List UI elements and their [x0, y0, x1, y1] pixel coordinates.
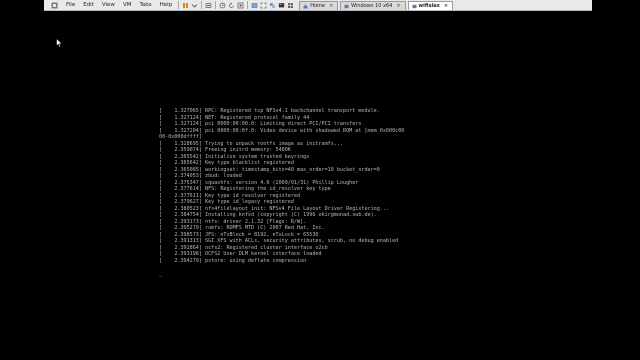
thumbnail-button[interactable] — [287, 2, 294, 9]
menu-tabs[interactable]: Tabs — [135, 0, 155, 10]
vmware-toolbar: File Edit View VM Tabs Help Home × Windo… — [44, 0, 592, 11]
fit-guest-button[interactable] — [251, 2, 258, 9]
menu-view[interactable]: View — [98, 0, 119, 10]
tab-home[interactable]: Home × — [299, 1, 339, 10]
send-ctrl-alt-del-button[interactable] — [205, 2, 212, 9]
menu-edit[interactable]: Edit — [79, 0, 98, 10]
close-icon[interactable]: × — [396, 2, 400, 10]
pause-dropdown-button[interactable] — [191, 2, 198, 9]
boot-log: [ 1.327065] RPC: Registered tcp NFSv4.1 … — [159, 108, 404, 277]
snapshot-manager-icon — [237, 2, 244, 8]
chevron-down-icon — [191, 3, 198, 8]
menu-help[interactable]: Help — [156, 0, 177, 10]
vm-console-screen[interactable]: [ 1.327065] RPC: Registered tcp NFSv4.1 … — [0, 11, 640, 360]
send-ctrl-alt-del-icon — [205, 2, 212, 8]
revert-snapshot-button[interactable] — [228, 2, 235, 9]
toolbar-separator — [178, 1, 180, 9]
vm-icon — [412, 4, 417, 8]
unity-button[interactable] — [269, 2, 276, 9]
console-line: [ 1.327065] RPC: Registered tcp NFSv4.1 … — [159, 108, 380, 114]
console-line: _ — [159, 270, 163, 277]
tab-label: Windows 10 x64 — [351, 3, 393, 9]
snapshot-icon — [219, 2, 226, 8]
tab-label: Home — [310, 3, 325, 9]
fullscreen-button[interactable] — [260, 2, 267, 9]
close-icon[interactable]: × — [444, 2, 448, 10]
revert-snapshot-icon — [229, 2, 235, 8]
vmware-logo-icon — [51, 2, 58, 8]
toolbar-separator — [215, 1, 217, 9]
pause-button[interactable] — [182, 2, 189, 9]
snapshot-button[interactable] — [219, 2, 226, 9]
mouse-pointer-icon — [56, 38, 63, 48]
tab-label: wifislax — [418, 3, 440, 9]
menu-bar: File Edit View VM Tabs Help — [44, 0, 176, 10]
home-icon — [303, 4, 308, 8]
console-view-button[interactable] — [278, 2, 285, 9]
vm-icon — [344, 4, 349, 8]
menu-vm[interactable]: VM — [119, 0, 136, 10]
unity-icon — [270, 2, 276, 8]
fit-guest-icon — [251, 2, 258, 8]
thumbnail-icon — [288, 2, 294, 8]
snapshot-manager-button[interactable] — [237, 2, 244, 9]
menu-file[interactable]: File — [62, 0, 79, 10]
console-line: [ 2.391313] SGI XFS with ACLs, security … — [159, 238, 399, 244]
tab-wifislax[interactable]: wifislax × — [407, 1, 454, 10]
toolbar-separator — [247, 1, 249, 9]
toolbar-separator — [201, 1, 203, 9]
fullscreen-icon — [260, 2, 267, 8]
app-menu[interactable] — [47, 2, 62, 9]
pause-icon — [183, 2, 189, 8]
console-view-icon — [278, 2, 285, 7]
console-line: [ 2.384754] Installing knfsd (copyright … — [159, 212, 377, 218]
close-icon[interactable]: × — [329, 2, 333, 10]
vm-tabs: Home × Windows 10 x64 × wifislax × — [299, 0, 455, 10]
tab-windows-10-x64[interactable]: Windows 10 x64 × — [340, 1, 406, 10]
